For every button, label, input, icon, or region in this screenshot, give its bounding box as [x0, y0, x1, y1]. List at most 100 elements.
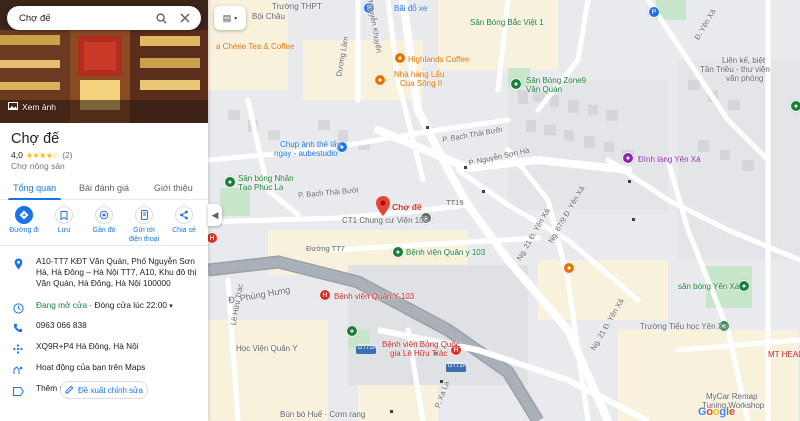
map-canvas[interactable]: DT72A DT72A P P ● ● ● ● ● ● ● ● H H ● ● … [208, 0, 800, 421]
share-button[interactable]: Chia sẻ [166, 206, 202, 245]
poi-label: CT1 Chung cư Viện 103 [342, 216, 429, 225]
poi-label: Bãi đỗ xe [394, 4, 428, 13]
poi-label: Sân Bóng Bắc Việt 1 [470, 18, 544, 27]
poi-label: gia Lê Hữu Trác [390, 349, 448, 358]
directions-icon [15, 206, 33, 224]
send-to-phone-button[interactable]: Gửi tới điện thoại [126, 206, 162, 245]
suggest-edit-label: Đề xuất chỉnh sửa [78, 385, 143, 395]
phone-send-icon [135, 206, 153, 224]
poi-label: MyCar Remap [706, 392, 758, 401]
school-icon[interactable]: ● [346, 325, 358, 337]
location-pin-icon [11, 257, 25, 271]
history-icon [11, 363, 25, 377]
sports-icon[interactable]: ● [738, 280, 750, 292]
place-title: Chợ đế [11, 131, 60, 147]
activity-row[interactable]: Hoạt động của bạn trên Maps [0, 362, 208, 383]
phone-row[interactable]: 0963 066 838 [0, 320, 208, 341]
poi-label: Tân Triều - thư viện [700, 65, 770, 74]
poi-label: Highlands Coffee [408, 55, 470, 64]
share-icon [175, 206, 193, 224]
rating-row[interactable]: 4,0 ★★★★☆ (2) [11, 150, 73, 160]
search-input[interactable]: Chợ đế [19, 13, 145, 24]
activity-text: Hoạt động của bạn trên Maps [36, 362, 146, 372]
parking-icon[interactable]: P [648, 6, 660, 18]
poi-label: Bệnh viện Quân Y 103 [334, 292, 415, 301]
chevron-left-icon: ◀ [211, 209, 219, 220]
directions-button[interactable]: Đường đi [6, 206, 42, 245]
poi-label: Trường THPT [272, 2, 322, 11]
poi-label: Sân bóng Nhân [238, 174, 294, 183]
poi-label: sân bóng Yên Xá [678, 282, 740, 291]
layers-button[interactable]: ▤ ▾ [214, 6, 246, 30]
restaurant-icon[interactable]: ● [563, 262, 575, 274]
map-base [208, 0, 800, 421]
poi-label: MT HEALTH [768, 350, 800, 359]
road-shield: DT72A [448, 363, 467, 369]
layers-icon: ▤ [222, 12, 232, 23]
collapse-panel-button[interactable]: ◀ [208, 204, 222, 226]
save-label: Lưu [57, 227, 71, 234]
google-logo: Google [698, 406, 735, 418]
poi-label: ngay - aubestudio [274, 149, 338, 158]
sports-icon[interactable]: ● [224, 176, 236, 188]
poi-label: a Chérie Tea & Coffee [216, 42, 295, 51]
pencil-icon [65, 385, 74, 396]
address-row[interactable]: A10-TT7 KĐT Văn Quán, Phố Nguyễn Sơn Hà,… [0, 256, 208, 298]
road-label: Đường TT7 [306, 244, 345, 253]
action-bar: Đường đi Lưu Gần đó Gửi tới điện thoại C… [0, 206, 208, 246]
clock-icon [11, 301, 25, 315]
plus-code-icon [11, 342, 25, 356]
poi-label: Bệnh viện Bỏng Quốc [382, 340, 460, 349]
poi-label: Bún bò Huế · Cơm rang [280, 410, 366, 419]
restaurant-icon[interactable]: ● [374, 74, 386, 86]
poi-label: Trường Tiểu học Yên Xá [640, 322, 728, 331]
place-category[interactable]: Chợ nông sản [11, 161, 65, 171]
poi-label: Liên kế, biệt [722, 56, 766, 65]
search-box[interactable]: Chợ đế [7, 6, 201, 30]
coffee-icon[interactable]: ● [394, 52, 406, 64]
sports-icon[interactable]: ● [510, 78, 522, 90]
poi-label: Học Viện Quân Y [236, 344, 298, 353]
bookmark-icon [55, 206, 73, 224]
temple-icon[interactable]: ● [622, 152, 634, 164]
plus-code-text: XQ9R+P4 Hà Đông, Hà Nội [36, 341, 139, 351]
plus-code-row[interactable]: XQ9R+P4 Hà Đông, Hà Nội [0, 341, 208, 362]
rating-value: 4,0 [11, 150, 23, 160]
search-icon[interactable] [153, 10, 169, 26]
poi-label: Tạo Phúc La [238, 183, 284, 192]
poi-label: Chụp ảnh thẻ lấy [280, 140, 341, 149]
review-count[interactable]: (2) [62, 150, 72, 160]
poi-label: Cua Sông II [400, 79, 443, 88]
directions-label: Đường đi [9, 227, 39, 234]
tab-about[interactable]: Giới thiệu [139, 178, 208, 199]
road-shield: DT72A [358, 345, 377, 351]
sports-icon[interactable]: ● [790, 100, 800, 112]
poi-label: Sân Bóng Zone9 [526, 76, 587, 85]
nearby-label: Gần đó [92, 227, 116, 234]
nearby-button[interactable]: Gần đó [86, 206, 122, 245]
send-to-phone-label: Gửi tới điện thoại [128, 227, 160, 243]
chevron-down-icon[interactable]: ▾ [169, 303, 173, 310]
share-label: Chia sẻ [172, 227, 196, 234]
save-button[interactable]: Lưu [46, 206, 82, 245]
selected-place-label[interactable]: Chợ đế [392, 202, 422, 212]
poi-label: Bội Châu [252, 12, 285, 21]
hours-row[interactable]: Đang mở cửa · Đóng cửa lúc 22:00 ▾ [0, 300, 208, 320]
tab-overview[interactable]: Tổng quan [0, 178, 69, 200]
selected-place-pin-icon[interactable] [376, 196, 390, 216]
tab-reviews[interactable]: Bài đánh giá [69, 178, 138, 199]
hospital-icon[interactable]: H [319, 289, 331, 301]
photo-icon [8, 102, 18, 112]
poi-label: văn phòng [726, 74, 764, 83]
view-photos-button[interactable]: Xem ảnh [8, 99, 56, 115]
close-icon[interactable] [177, 10, 193, 26]
open-status: Đang mở cửa [36, 300, 88, 310]
suggest-edit-button[interactable]: Đề xuất chỉnh sửa [60, 381, 148, 399]
poi-label: Đình làng Yên Xá [638, 155, 701, 164]
hospital-green-icon[interactable]: ● [392, 246, 404, 258]
phone-number: 0963 066 838 [36, 320, 87, 330]
nearby-icon [95, 206, 113, 224]
chevron-down-icon: ▾ [234, 15, 238, 22]
rating-stars: ★★★★☆ [25, 150, 60, 160]
closing-time: · Đóng cửa lúc 22:00 [87, 300, 167, 310]
